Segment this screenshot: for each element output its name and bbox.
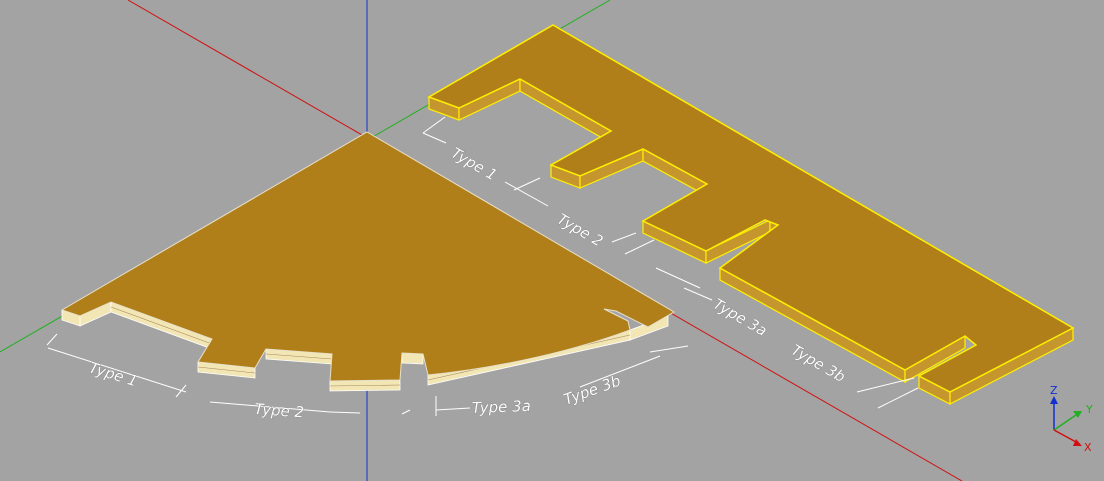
triad-y-arrow: [1053, 414, 1077, 431]
triad-z-label: Z: [1050, 384, 1058, 397]
triad-x-label: X: [1084, 441, 1092, 454]
left-dim-label-type3b: Type 3b: [561, 372, 623, 409]
axis-triad[interactable]: Z Y X: [1050, 384, 1093, 454]
right-dim-label-type3b: Type 3b: [788, 341, 848, 386]
right-dim-label-type1: Type 1: [448, 144, 500, 184]
right-dim-label-type2: Type 2: [554, 210, 606, 250]
triad-x-arrow: [1053, 429, 1077, 443]
3d-viewport[interactable]: Type 1 Type 2 Type 3a Type 3b Type 1 Typ…: [0, 0, 1104, 481]
triad-z-head: [1050, 396, 1058, 404]
triad-x-head: [1073, 439, 1082, 446]
left-dim-label-type2: Type 2: [254, 400, 305, 421]
left-dim-label-type3a: Type 3a: [472, 397, 532, 417]
triad-y-label: Y: [1085, 403, 1093, 416]
left-dim-label-type1: Type 1: [87, 359, 140, 391]
